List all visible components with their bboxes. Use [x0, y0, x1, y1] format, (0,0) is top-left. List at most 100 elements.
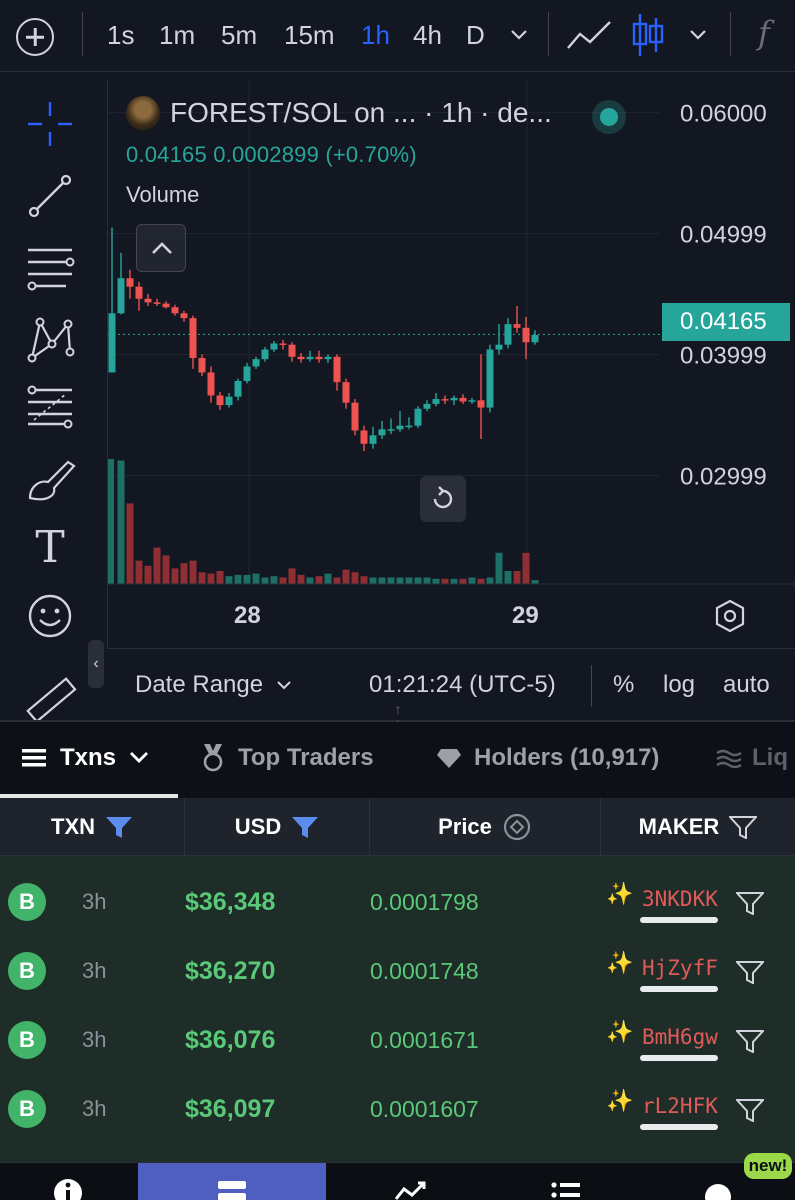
- tab-txns[interactable]: Txns: [22, 744, 150, 772]
- date-range-dropdown[interactable]: Date Range: [135, 671, 292, 699]
- text-tool-icon[interactable]: T: [22, 520, 78, 576]
- nav-list[interactable]: [494, 1163, 644, 1200]
- volume-bar: [261, 577, 269, 584]
- fib-retracement-icon[interactable]: [22, 378, 78, 434]
- sparkles-icon: ✨: [606, 1019, 634, 1044]
- column-usd[interactable]: USD: [185, 798, 370, 856]
- timeframe-1h[interactable]: 1h: [361, 20, 390, 51]
- transactions-table: B 3h $36,348 0.0001798 ✨ 3NKDKK B 3h $36…: [0, 856, 795, 1162]
- filter-maker-icon[interactable]: [736, 1029, 764, 1053]
- volume-bar: [324, 573, 332, 584]
- candle-body: [180, 313, 188, 319]
- chart-type-chevron-down-icon[interactable]: [688, 28, 708, 42]
- maker-label: 3NKDKK: [642, 887, 718, 911]
- volume-bar: [153, 547, 161, 584]
- chevron-down-icon: [130, 752, 149, 763]
- nav-info[interactable]: [0, 1163, 138, 1200]
- data-tabs: Txns Top Traders Holders (10,917) Liq: [0, 722, 795, 798]
- column-price-label: Price: [438, 814, 492, 839]
- txn-price: 0.0001798: [370, 889, 479, 915]
- emoji-icon[interactable]: [22, 588, 78, 644]
- tab-top-traders[interactable]: Top Traders: [200, 744, 374, 772]
- maker-underline: [640, 1124, 718, 1130]
- table-row[interactable]: B 3h $36,348 0.0001798 ✨ 3NKDKK: [0, 869, 795, 938]
- indicators-fx-icon[interactable]: f: [758, 14, 770, 52]
- add-symbol-icon[interactable]: [16, 18, 54, 56]
- toolbar-divider: [730, 12, 731, 56]
- tab-liquidity-label: Liq: [752, 744, 788, 771]
- candle-body: [279, 343, 287, 345]
- candles-chart-icon[interactable]: [630, 12, 666, 58]
- candle-body: [387, 429, 395, 431]
- sparkles-icon: ✨: [606, 881, 634, 906]
- nav-transactions[interactable]: [138, 1163, 326, 1200]
- collapse-rail-chevron-left-icon[interactable]: ‹: [88, 640, 104, 688]
- candle-body: [432, 399, 440, 404]
- tab-liquidity[interactable]: Liq: [716, 744, 788, 772]
- column-maker-label: MAKER: [638, 814, 720, 839]
- timeframe-4h[interactable]: 4h: [413, 20, 442, 51]
- timeframe-d[interactable]: D: [466, 20, 485, 51]
- filter-active-icon[interactable]: [105, 815, 133, 839]
- volume-bar: [387, 577, 395, 584]
- txn-age: 3h: [82, 889, 107, 914]
- candle-body: [189, 318, 197, 358]
- filter-icon[interactable]: [729, 815, 758, 839]
- price-chart[interactable]: 0.06000 0.04999 0.03999 0.02999 FOREST/SOL …: [107, 80, 795, 648]
- horizontal-lines-icon[interactable]: [22, 240, 78, 296]
- clock-timezone[interactable]: 01:21:24 (UTC-5): [369, 671, 556, 699]
- timeframe-1m[interactable]: 1m: [159, 20, 195, 51]
- volume-bar: [333, 577, 341, 584]
- line-chart-icon[interactable]: [566, 18, 612, 52]
- chart-settings-icon[interactable]: [714, 598, 746, 634]
- volume-bar: [405, 577, 413, 584]
- column-txn[interactable]: TXN: [0, 798, 185, 856]
- filter-maker-icon[interactable]: [736, 960, 764, 984]
- maker-address[interactable]: ✨ 3NKDKK: [606, 879, 718, 929]
- candle-body: [135, 286, 143, 299]
- auto-scale-toggle[interactable]: auto: [723, 671, 770, 699]
- candle-body: [486, 349, 494, 408]
- candle-body: [144, 298, 152, 303]
- filter-maker-icon[interactable]: [736, 1098, 764, 1122]
- maker-address[interactable]: ✨ HjZyfF: [606, 948, 718, 998]
- maker-address[interactable]: ✨ rL2HFK: [606, 1086, 718, 1136]
- table-row[interactable]: B 3h $36,270 0.0001748 ✨ HjZyfF: [0, 938, 795, 1007]
- timeframe-chevron-down-icon[interactable]: [509, 28, 529, 42]
- pattern-icon[interactable]: [22, 312, 78, 368]
- reset-chart-button[interactable]: [420, 476, 466, 522]
- price-toggle-icon[interactable]: [502, 812, 532, 842]
- tab-holders[interactable]: Holders (10,917): [436, 744, 659, 772]
- nav-chart[interactable]: [326, 1163, 494, 1200]
- timeframe-15m[interactable]: 15m: [284, 20, 335, 51]
- column-price[interactable]: Price: [370, 798, 601, 856]
- candle-body: [513, 324, 521, 328]
- volume-bar: [369, 577, 377, 584]
- txn-usd: $36,076: [185, 1026, 276, 1054]
- volume-bar: [306, 577, 314, 584]
- symbol-label: FOREST/SOL on ... · 1h · de...: [170, 97, 552, 128]
- maker-address[interactable]: ✨ BmH6gw: [606, 1017, 718, 1067]
- trend-line-icon[interactable]: [22, 168, 78, 224]
- candle-body: [234, 380, 242, 397]
- column-maker[interactable]: MAKER: [601, 798, 795, 856]
- candle-body: [270, 343, 278, 350]
- table-row[interactable]: B 3h $36,076 0.0001671 ✨ BmH6gw: [0, 1007, 795, 1076]
- timeframe-1s[interactable]: 1s: [107, 20, 134, 51]
- candle-body: [450, 397, 458, 401]
- timeframe-5m[interactable]: 5m: [221, 20, 257, 51]
- log-scale-toggle[interactable]: log: [663, 671, 695, 699]
- brush-icon[interactable]: [22, 452, 78, 508]
- filter-active-icon[interactable]: [291, 815, 319, 839]
- candle-body: [342, 382, 350, 403]
- crosshair-icon[interactable]: [22, 96, 78, 152]
- volume-bar: [495, 552, 503, 584]
- table-row[interactable]: B 3h $36,097 0.0001607 ✨ rL2HFK: [0, 1076, 795, 1145]
- collapse-legend-button[interactable]: [136, 224, 186, 272]
- candle-body: [126, 278, 134, 287]
- candle-body: [531, 335, 539, 343]
- candle-body: [288, 344, 296, 357]
- percent-scale-toggle[interactable]: %: [613, 671, 634, 699]
- candle-body: [414, 408, 422, 426]
- filter-maker-icon[interactable]: [736, 891, 764, 915]
